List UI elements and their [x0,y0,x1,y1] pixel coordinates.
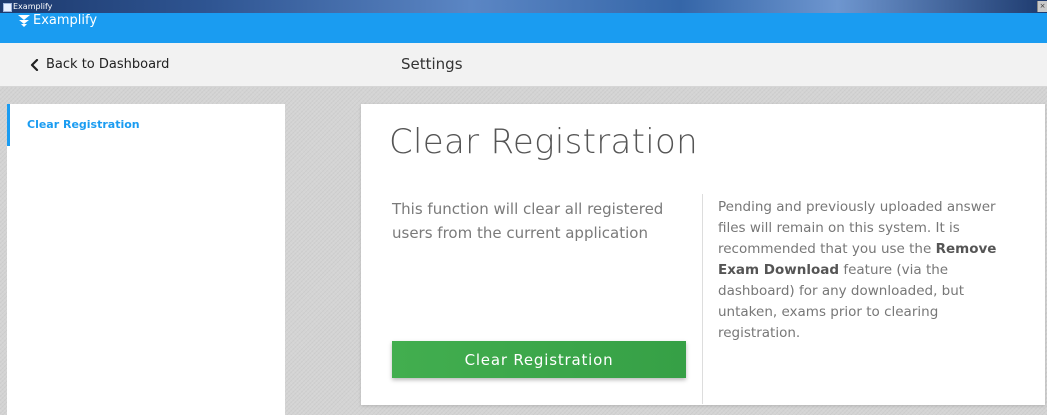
settings-sidebar: Clear Registration [7,104,285,415]
window-titlebar: Examplify × [0,0,1047,13]
chevron-left-icon [30,58,39,71]
sidebar-item-label: Clear Registration [27,118,140,131]
brand-bar: Examplify [0,13,1047,43]
card-title: Clear Registration [389,122,698,162]
sidebar-item-clear-registration[interactable]: Clear Registration [7,104,285,146]
header-bar: Back to Dashboard Settings [0,43,1047,87]
back-label: Back to Dashboard [46,57,170,72]
window-title: Examplify [13,2,53,11]
card-divider [702,194,703,404]
page-title: Settings [401,55,463,73]
card-note: Pending and previously uploaded answer f… [718,197,1018,344]
clear-registration-button[interactable]: Clear Registration [392,341,686,378]
clear-registration-card: Clear Registration This function will cl… [361,104,1045,405]
back-to-dashboard-link[interactable]: Back to Dashboard [30,43,169,86]
card-description: This function will clear all registered … [392,200,664,242]
examplify-logo-icon [18,15,30,27]
app-window-icon [3,3,12,12]
window-close-button[interactable]: × [1037,1,1047,12]
brand-name: Examplify [33,13,98,28]
